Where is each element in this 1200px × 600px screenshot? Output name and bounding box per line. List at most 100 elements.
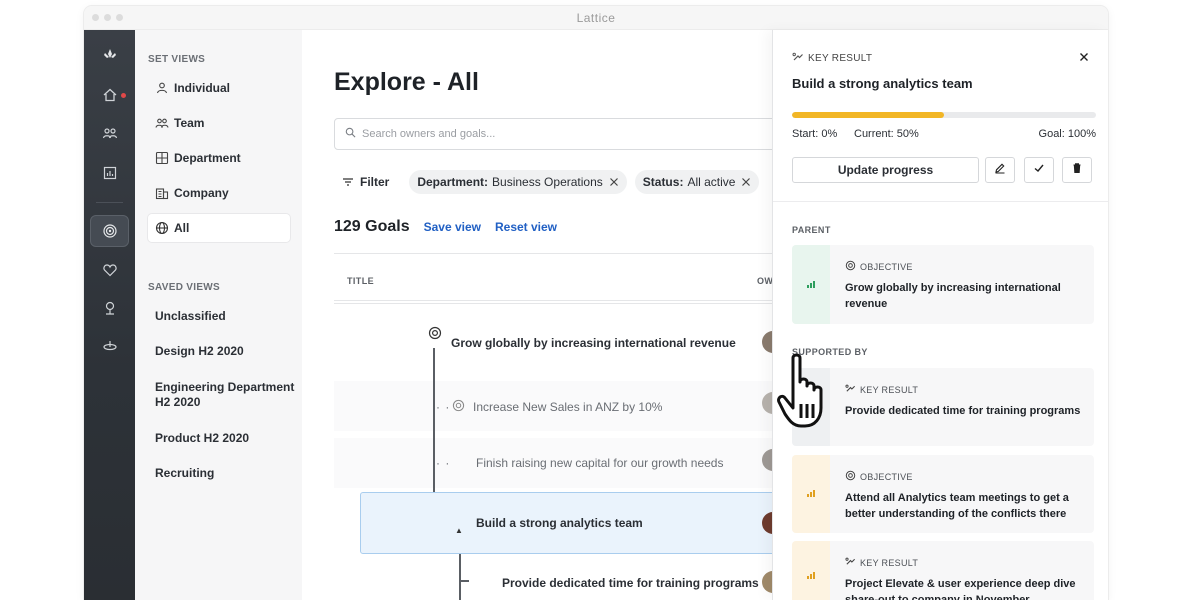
key-result-icon [845,383,860,396]
department-filter-chip[interactable]: Department: Business Operations [409,170,627,194]
card-type-label: KEY RESULT [845,383,918,396]
goals-icon[interactable] [90,215,129,247]
view-label: Department [174,151,241,165]
key-result-icon [845,556,860,569]
saved-view-item[interactable]: Product H2 2020 [155,431,295,446]
chip-value: All active [687,175,736,189]
card-title: Project Elevate & user experience deep d… [845,578,1076,600]
view-company[interactable]: Company [148,179,290,207]
complete-button[interactable] [1024,157,1054,183]
app-nav-rail [84,30,135,600]
owner-avatar[interactable] [762,331,772,353]
trash-icon [1071,161,1083,179]
globe-icon [155,221,169,235]
view-label: Company [174,186,229,200]
goal-row-title[interactable]: Provide dedicated time for training prog… [502,576,759,590]
objective-icon [845,260,860,273]
card-type-text: OBJECTIVE [860,471,913,482]
card-type-text: KEY RESULT [860,557,919,568]
delete-button[interactable] [1062,157,1092,183]
lattice-logo-icon[interactable] [90,38,129,70]
notification-dot [121,93,126,98]
filter-row: Filter Department: Business Operations S… [334,170,760,194]
panel-divider [773,201,1108,202]
save-view-button[interactable]: Save view [424,220,481,234]
chip-key: Department: [417,175,489,189]
table-divider [334,253,772,254]
table-divider [334,303,772,304]
progress-start: Start: 0% [792,128,838,140]
status-filter-chip[interactable]: Status: All active [634,170,760,194]
column-header-title[interactable]: TITLE [347,276,374,286]
saved-view-item[interactable]: Unclassified [155,309,295,324]
panel-type-label: KEY RESULT [792,51,872,66]
card-type-label: KEY RESULT [845,556,918,569]
parent-heading: PARENT [792,225,831,235]
card-title: Grow globally by increasing internationa… [845,282,1061,310]
filter-icon [342,176,354,188]
owner-avatar[interactable] [762,571,772,593]
saved-view-item[interactable]: Recruiting [155,466,295,481]
goal-row-title[interactable]: Finish raising new capital for our growt… [476,456,723,470]
progress-goal: Goal: 100% [1038,128,1096,140]
goal-row-title[interactable]: Increase New Sales in ANZ by 10% [473,400,662,414]
chip-value: Business Operations [492,175,603,189]
card-status-strip [792,245,830,324]
progress-bars-icon [806,567,816,585]
card-status-strip [792,455,830,533]
card-type-label: OBJECTIVE [845,470,913,483]
heart-icon[interactable] [90,254,129,286]
goal-row-title[interactable]: Grow globally by increasing internationa… [451,336,736,350]
remove-chip-icon[interactable] [609,177,619,187]
team-icon [155,116,169,130]
growth-icon[interactable] [90,292,129,324]
key-result-icon [792,51,808,66]
view-individual[interactable]: Individual [148,74,290,102]
parent-goal-card[interactable]: OBJECTIVE Grow globally by increasing in… [792,245,1094,324]
progress-bars-icon [806,485,816,503]
saved-view-item[interactable]: Design H2 2020 [155,344,295,359]
reset-view-button[interactable]: Reset view [495,220,557,234]
view-all[interactable]: All [148,214,290,242]
set-views-heading: SET VIEWS [148,54,206,65]
tree-connector [459,580,469,582]
progress-bars-icon [806,276,816,294]
department-icon [155,151,169,165]
filter-button[interactable]: Filter [342,175,389,189]
person-icon [155,81,169,95]
tree-dots: · · [436,400,451,414]
goal-detail-panel: KEY RESULT Build a strong analytics team… [772,30,1108,600]
view-team[interactable]: Team [148,109,290,137]
filter-label: Filter [360,175,390,189]
goals-count: 129 Goals [334,218,410,235]
view-department[interactable]: Department [148,144,290,172]
search-input[interactable] [362,128,742,140]
supporting-goal-card[interactable]: KEY RESULT Project Elevate & user experi… [792,541,1094,600]
edit-button[interactable] [985,157,1015,183]
chart-icon[interactable] [90,157,129,189]
people-icon[interactable] [90,117,129,149]
collapse-caret-icon[interactable]: ▲ [455,526,463,535]
objective-icon [845,470,860,483]
panel-type-text: KEY RESULT [808,53,873,64]
update-progress-button[interactable]: Update progress [792,157,979,183]
saved-view-item[interactable]: Engineering Department H2 2020 [155,380,295,410]
search-box[interactable] [334,118,772,150]
progress-bar [792,112,1096,118]
remove-chip-icon[interactable] [741,177,751,187]
column-header-owner[interactable]: OW [757,276,772,286]
checkmark-icon [1033,161,1045,179]
card-type-text: KEY RESULT [860,384,919,395]
rail-divider [96,202,123,203]
card-status-strip [792,541,830,600]
progress-current: Current: 50% [854,128,919,140]
panel-goal-title: Build a strong analytics team [792,76,973,91]
close-icon[interactable] [1077,50,1091,64]
app-window: Lattice SET VIEWS Individual Team Depart… [84,6,1108,600]
title-bar: Lattice [84,6,1108,30]
supporting-goal-card[interactable]: OBJECTIVE Attend all Analytics team meet… [792,455,1094,533]
pencil-icon [994,161,1006,179]
compensation-icon[interactable] [90,330,129,362]
goal-row-title[interactable]: Build a strong analytics team [476,516,643,530]
objective-icon [452,399,465,417]
